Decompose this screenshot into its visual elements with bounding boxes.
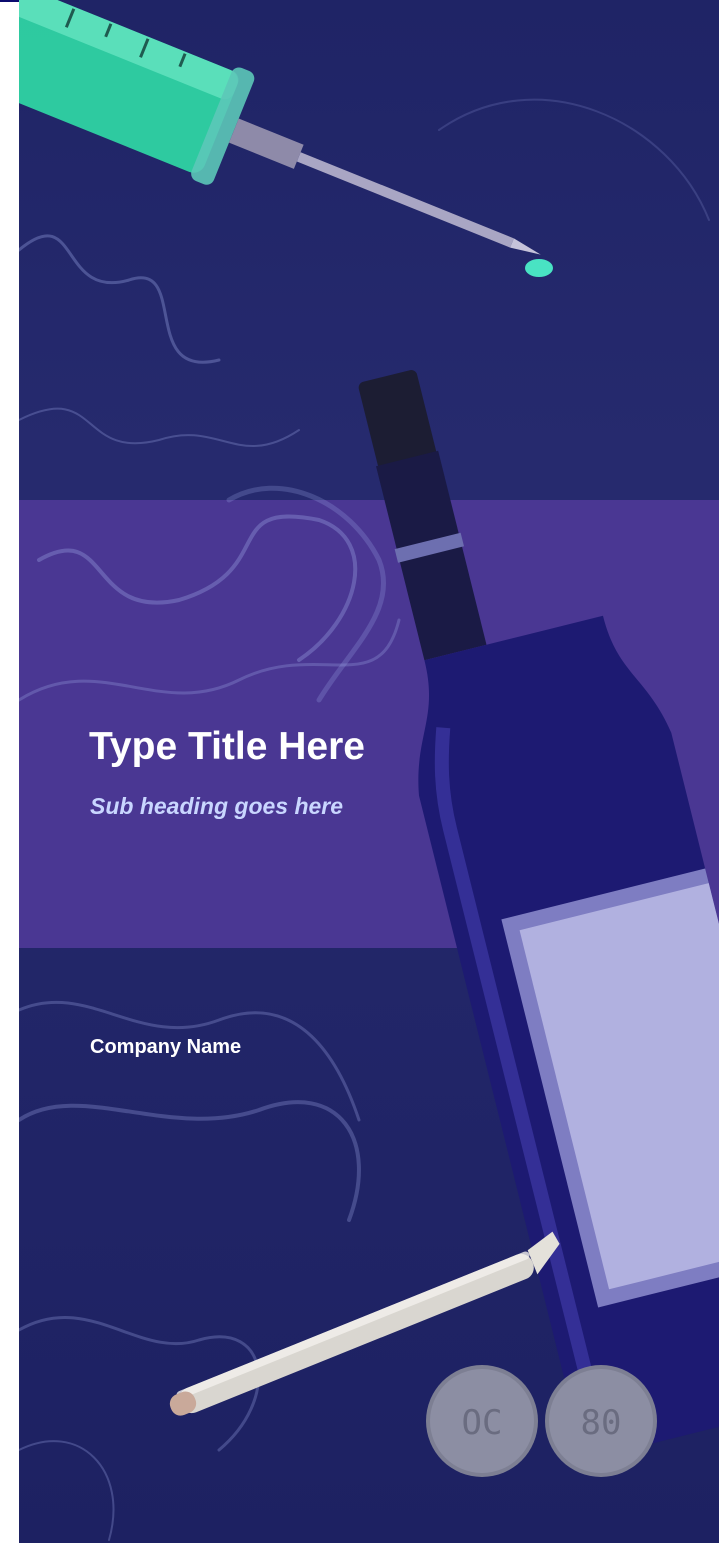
joint-icon <box>169 1231 560 1416</box>
company-name: Company Name <box>90 1036 242 1058</box>
page-title: Type Title Here <box>89 725 365 768</box>
cover-panel: OC 80 <box>19 0 719 1543</box>
left-margin-strip <box>0 2 19 1543</box>
page-subtitle: Sub heading goes here <box>90 793 344 819</box>
